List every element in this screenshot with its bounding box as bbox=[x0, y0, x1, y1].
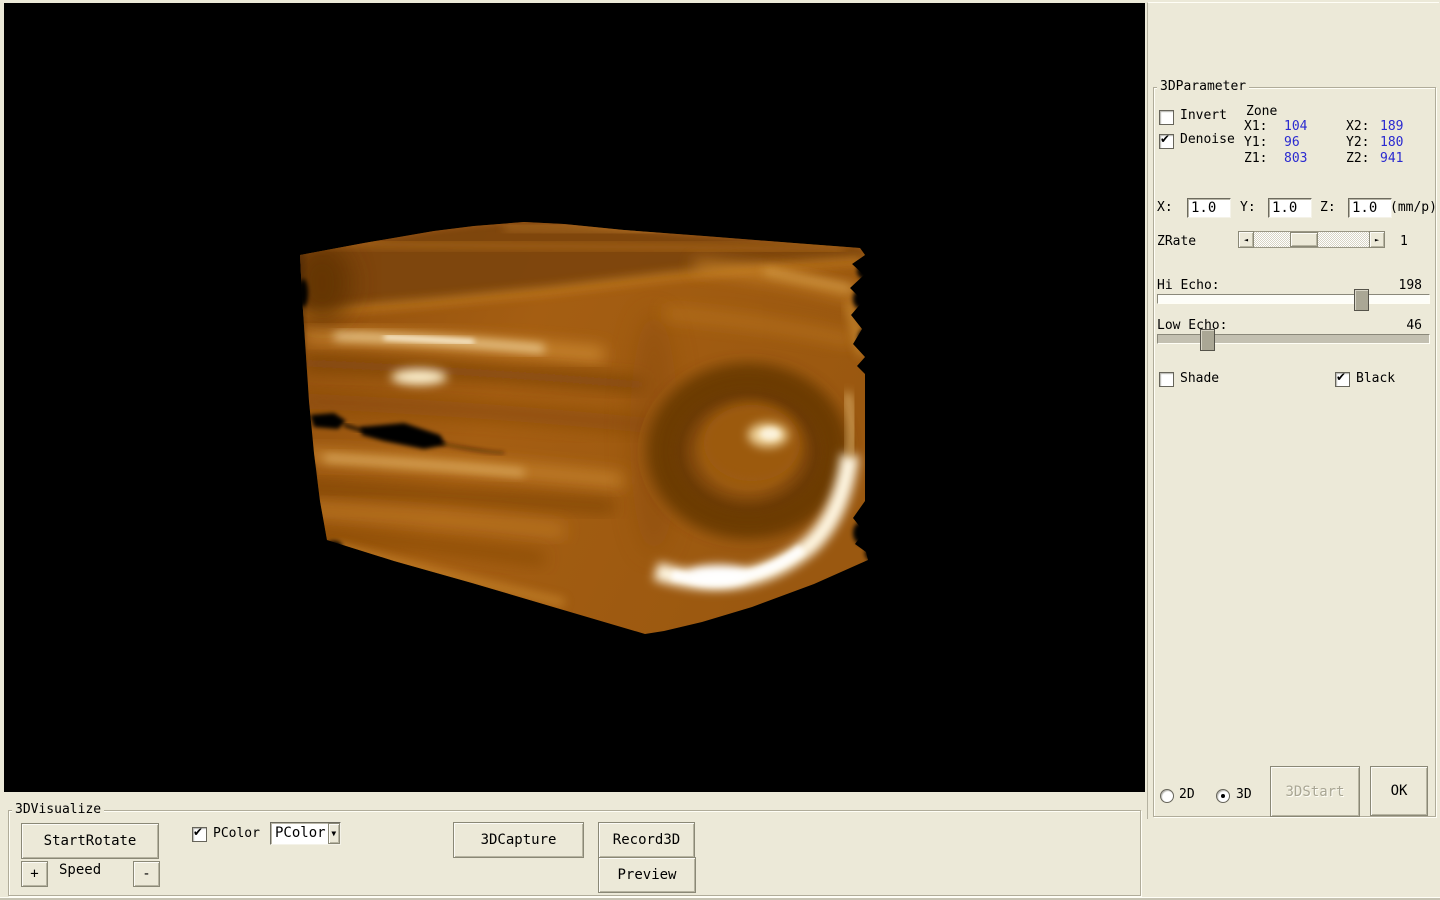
zone-y1-value: 96 bbox=[1284, 135, 1300, 150]
zrate-scrollbar[interactable]: ◄ ► bbox=[1238, 231, 1385, 248]
mode-3d-label: 3D bbox=[1236, 787, 1252, 802]
pcolor-dropdown-value: PColor bbox=[271, 823, 328, 844]
render-viewport[interactable] bbox=[4, 3, 1144, 792]
scale-x-label: X: bbox=[1157, 200, 1173, 215]
zone-z2-value: 941 bbox=[1380, 151, 1403, 166]
black-checkbox[interactable]: ✔ bbox=[1335, 372, 1350, 387]
speed-label: Speed bbox=[59, 863, 101, 878]
zone-y2-value: 180 bbox=[1380, 135, 1403, 150]
scroll-left-arrow-icon[interactable]: ◄ bbox=[1238, 231, 1254, 248]
shade-checkbox[interactable] bbox=[1159, 372, 1174, 387]
invert-checkbox[interactable] bbox=[1159, 110, 1174, 125]
zone-x1-value: 104 bbox=[1284, 119, 1307, 134]
start-rotate-button[interactable]: StartRotate bbox=[21, 823, 159, 859]
scale-y-label: Y: bbox=[1240, 200, 1256, 215]
speed-minus-button[interactable]: - bbox=[133, 861, 160, 887]
scroll-right-arrow-icon[interactable]: ► bbox=[1369, 231, 1385, 248]
parameter-groupbox: 3DParameter Invert ✔ Denoise Zone X1: 10… bbox=[1153, 87, 1436, 817]
scale-x-input[interactable] bbox=[1187, 198, 1231, 218]
denoise-checkbox[interactable]: ✔ bbox=[1159, 134, 1174, 149]
check-icon: ✔ bbox=[193, 825, 203, 839]
parameter-group-title: 3DParameter bbox=[1157, 80, 1249, 94]
ultrasound-3d-app-window: { "colors": { "window_bg": "#ece9d8", "v… bbox=[0, 0, 1440, 900]
check-icon: ✔ bbox=[1160, 132, 1170, 146]
hi-echo-slider-track[interactable] bbox=[1157, 294, 1430, 304]
visualize-group-title: 3DVisualize bbox=[12, 803, 104, 817]
zone-z1-value: 803 bbox=[1284, 151, 1307, 166]
chevron-down-icon[interactable]: ▼ bbox=[328, 823, 340, 844]
visualize-groupbox: 3DVisualize StartRotate ✔ PColor PColor … bbox=[8, 810, 1141, 896]
zone-y2-label: Y2: bbox=[1346, 135, 1369, 150]
scale-unit-label: (mm/p) bbox=[1390, 200, 1437, 215]
black-label: Black bbox=[1356, 371, 1395, 386]
hi-echo-slider-thumb[interactable] bbox=[1354, 289, 1369, 311]
hi-echo-label: Hi Echo: bbox=[1157, 278, 1220, 293]
mode-2d-label: 2D bbox=[1179, 787, 1195, 802]
mode-2d-radio[interactable] bbox=[1160, 789, 1174, 803]
ultrasound-volume-render bbox=[4, 3, 1145, 792]
denoise-label: Denoise bbox=[1180, 132, 1235, 147]
scale-z-input[interactable] bbox=[1348, 198, 1392, 218]
start-3d-button[interactable]: 3DStart bbox=[1270, 766, 1360, 817]
zone-y1-label: Y1: bbox=[1244, 135, 1267, 150]
ok-button[interactable]: OK bbox=[1370, 766, 1428, 816]
shade-label: Shade bbox=[1180, 371, 1219, 386]
speed-plus-button[interactable]: + bbox=[21, 861, 48, 887]
zone-z2-label: Z2: bbox=[1346, 151, 1369, 166]
zone-title: Zone bbox=[1246, 104, 1277, 119]
zrate-value: 1 bbox=[1400, 234, 1408, 249]
hi-echo-value: 198 bbox=[1390, 278, 1422, 293]
parameter-panel: 3DParameter Invert ✔ Denoise Zone X1: 10… bbox=[1147, 2, 1439, 819]
pcolor-dropdown[interactable]: PColor ▼ bbox=[270, 822, 341, 845]
scale-z-label: Z: bbox=[1320, 200, 1336, 215]
low-echo-label: Low Echo: bbox=[1157, 318, 1227, 333]
record-3d-button[interactable]: Record3D bbox=[598, 822, 695, 858]
capture-3d-button[interactable]: 3DCapture bbox=[453, 822, 584, 858]
preview-button[interactable]: Preview bbox=[598, 857, 696, 893]
low-echo-slider-thumb[interactable] bbox=[1200, 329, 1215, 351]
zone-x2-label: X2: bbox=[1346, 119, 1369, 134]
zrate-scrollbar-track[interactable] bbox=[1254, 231, 1369, 248]
zrate-label: ZRate bbox=[1157, 234, 1196, 249]
zrate-scrollbar-thumb[interactable] bbox=[1290, 232, 1318, 247]
zone-x2-value: 189 bbox=[1380, 119, 1403, 134]
pcolor-label: PColor bbox=[213, 826, 260, 841]
pcolor-checkbox[interactable]: ✔ bbox=[192, 827, 207, 842]
scale-y-input[interactable] bbox=[1268, 198, 1312, 218]
radio-dot-icon bbox=[1221, 794, 1225, 798]
zone-x1-label: X1: bbox=[1244, 119, 1267, 134]
mode-3d-radio[interactable] bbox=[1216, 789, 1230, 803]
low-echo-slider-track[interactable] bbox=[1157, 334, 1430, 344]
low-echo-value: 46 bbox=[1390, 318, 1422, 333]
check-icon: ✔ bbox=[1336, 370, 1346, 384]
invert-label: Invert bbox=[1180, 108, 1227, 123]
zone-z1-label: Z1: bbox=[1244, 151, 1267, 166]
